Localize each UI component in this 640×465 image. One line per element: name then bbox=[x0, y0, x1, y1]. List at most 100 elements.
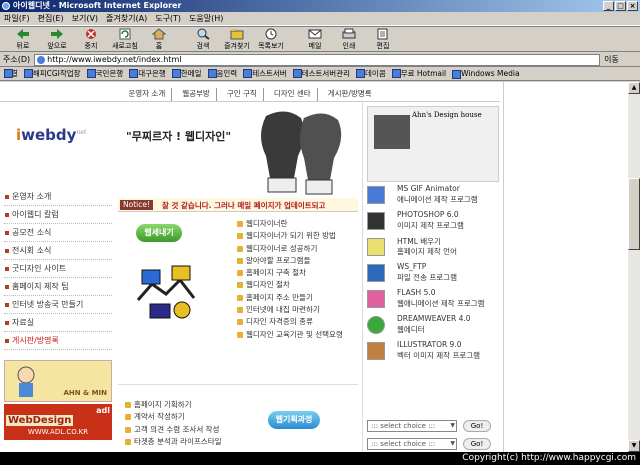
link-item[interactable]: 해피CGI작업장 bbox=[23, 68, 81, 79]
forward-label: 앞으로 bbox=[47, 41, 67, 50]
program-item[interactable]: HTML 배우기 홈페이지 제작 언어 bbox=[367, 236, 501, 258]
stop-label: 중지 bbox=[84, 41, 98, 50]
list-item[interactable]: 웹디자인 절차 bbox=[236, 279, 360, 291]
program-item[interactable]: WS_FTP 파일 전송 프로그램 bbox=[367, 262, 501, 284]
list-item[interactable]: 홈페이지 기획하기 bbox=[124, 399, 248, 411]
nav-board[interactable]: 게시판/방명록 bbox=[322, 88, 378, 101]
list-item[interactable]: 알아야할 프로그램들 bbox=[236, 255, 360, 267]
list-item[interactable]: 계약서 작성하기 bbox=[124, 411, 248, 423]
ahn-design-banner[interactable]: Ahn's Design house bbox=[367, 106, 499, 182]
history-button[interactable]: 목록보기 bbox=[254, 28, 288, 51]
go-button[interactable]: 이동 bbox=[604, 54, 619, 65]
left-menu-item[interactable]: 자료실 bbox=[4, 314, 112, 332]
program-name: FLASH 5.0 bbox=[397, 288, 436, 297]
list-item[interactable]: 웹디자이너로 성공하기 bbox=[236, 243, 360, 255]
nav-study[interactable]: 웹공부방 bbox=[176, 88, 217, 101]
link-item[interactable]: 대구은행 bbox=[129, 68, 166, 79]
notice-label: Notice! bbox=[120, 200, 153, 210]
select-choice[interactable]: ::: select choice ::: bbox=[367, 420, 457, 432]
maximize-button[interactable]: □ bbox=[615, 1, 626, 11]
status-bar: Copyright(c) http://www.happycgi.com bbox=[0, 452, 640, 465]
list-item[interactable]: 웹디자이너란 bbox=[236, 218, 360, 230]
left-menu-item[interactable]: 굿디자인 사이트 bbox=[4, 260, 112, 278]
link-item[interactable]: 한메일 bbox=[171, 68, 202, 79]
back-button[interactable]: 뒤로 bbox=[6, 28, 40, 51]
nav-design-center[interactable]: 디자인 센타 bbox=[268, 88, 318, 101]
vertical-scrollbar[interactable]: ▲ ▼ bbox=[628, 82, 640, 452]
left-menu-item[interactable]: 게시판/방명록 bbox=[4, 332, 112, 350]
scroll-down-arrow-icon[interactable]: ▼ bbox=[628, 440, 640, 452]
planning-pill: 웹기획과정 bbox=[268, 411, 320, 429]
print-button[interactable]: 인쇄 bbox=[332, 28, 366, 51]
banner2-top: adl bbox=[96, 406, 110, 415]
left-menu-item[interactable]: 전시회 소식 bbox=[4, 242, 112, 260]
edit-button[interactable]: 편집 bbox=[366, 28, 400, 51]
program-desc: 웹애니메이션 제작 프로그램 bbox=[397, 299, 485, 308]
link-item[interactable]: 데이콤 bbox=[356, 68, 386, 79]
page-icon bbox=[37, 55, 46, 64]
menu-favorites[interactable]: 즐겨찾기(A) bbox=[106, 13, 147, 24]
toolbar: 뒤로 앞으로 중지 새로고침 홈 검색 즐겨찾기 목록보기 메일 인쇄 편집 bbox=[0, 26, 640, 52]
program-item[interactable]: ILLUSTRATOR 9.0 벡터 이미지 제작 프로그램 bbox=[367, 340, 501, 362]
program-item[interactable]: FLASH 5.0 웹애니메이션 제작 프로그램 bbox=[367, 288, 501, 310]
menu-view[interactable]: 보기(V) bbox=[72, 13, 98, 24]
select-row: ::: select choice ::: Go! bbox=[367, 420, 501, 434]
link-item[interactable]: 무료 Hotmail bbox=[391, 68, 446, 79]
list-item[interactable]: 홈페이지 구축 절차 bbox=[236, 267, 360, 279]
left-menu-item[interactable]: 운영자 소개 bbox=[4, 188, 112, 206]
list-item[interactable]: 웹디자인 교육기관 및 선택요령 bbox=[236, 329, 360, 341]
list-item[interactable]: 타겟층 분석과 라이프스타일 bbox=[124, 436, 248, 448]
link-item[interactable]: Windows Media bbox=[452, 69, 520, 79]
list-item[interactable]: 디자인 자격증의 종류 bbox=[236, 316, 360, 328]
program-item[interactable]: DREAMWEAVER 4.0 웹에디터 bbox=[367, 314, 501, 336]
menu-tools[interactable]: 도구(T) bbox=[155, 13, 181, 24]
list-item[interactable]: 인터넷에 내집 마련하기 bbox=[236, 304, 360, 316]
link-item[interactable]: 테스트서버 bbox=[243, 68, 287, 79]
left-menu-item[interactable]: 아이웹디 칼럼 bbox=[4, 206, 112, 224]
program-name: DREAMWEAVER 4.0 bbox=[397, 314, 471, 323]
menu-edit[interactable]: 편집(E) bbox=[38, 13, 64, 24]
go-small-button[interactable]: Go! bbox=[463, 420, 491, 432]
mail-button[interactable]: 메일 bbox=[298, 28, 332, 51]
site-nav: 운영자 소개 웹공부방 구인 구직 디자인 센타 게시판/방명록 bbox=[0, 88, 500, 102]
minimize-button[interactable]: _ bbox=[603, 1, 614, 11]
link-item[interactable]: 테스트서버관리 bbox=[292, 68, 350, 79]
refresh-button[interactable]: 새로고침 bbox=[108, 28, 142, 51]
program-name: PHOTOSHOP 6.0 bbox=[397, 210, 459, 219]
scroll-up-arrow-icon[interactable]: ▲ bbox=[628, 82, 640, 94]
site-logo[interactable]: iwebdynet bbox=[16, 126, 86, 144]
address-input[interactable]: http://www.iwebdy.net/index.html bbox=[34, 53, 601, 66]
list-item[interactable]: 웹디자이너가 되기 위한 방법 bbox=[236, 230, 360, 242]
nav-about[interactable]: 운영자 소개 bbox=[122, 88, 173, 101]
nav-jobs[interactable]: 구인 구직 bbox=[221, 88, 264, 101]
select-choice[interactable]: ::: select choice ::: bbox=[367, 438, 457, 450]
link-item[interactable]: 음인력 bbox=[207, 68, 237, 79]
printer-icon bbox=[342, 28, 356, 38]
gif-animator-icon bbox=[367, 186, 385, 204]
favorites-button[interactable]: 즐겨찾기 bbox=[220, 28, 254, 51]
list-item[interactable]: 고객 의견 수렴 조사서 작성 bbox=[124, 424, 248, 436]
search-button[interactable]: 검색 bbox=[186, 28, 220, 51]
program-item[interactable]: MS GIF Animator 애니메이션 제작 프로그램 bbox=[367, 184, 501, 206]
ahn-title-main: Ahn's Design bbox=[412, 111, 459, 119]
hero-banner: "무찌르자 ! 웹디자인" bbox=[118, 102, 358, 202]
program-item[interactable]: PHOTOSHOP 6.0 이미지 제작 프로그램 bbox=[367, 210, 501, 232]
left-menu-item[interactable]: 인터넷 방송국 만들기 bbox=[4, 296, 112, 314]
go-small-button[interactable]: Go! bbox=[463, 438, 491, 450]
list-item[interactable]: 홈페이지 주소 만들기 bbox=[236, 292, 360, 304]
close-button[interactable]: × bbox=[627, 1, 638, 11]
left-menu-item[interactable]: 공모전 소식 bbox=[4, 224, 112, 242]
banner-adl[interactable]: adl WebDesign WWW.ADL.CO.KR bbox=[4, 404, 112, 440]
link-item[interactable]: 국민은행 bbox=[86, 68, 123, 79]
home-button[interactable]: 홈 bbox=[142, 27, 176, 51]
banner-ahn-min[interactable]: AHN & MIN bbox=[4, 360, 112, 402]
stop-button[interactable]: 중지 bbox=[74, 28, 108, 51]
photoshop-eye-icon bbox=[367, 212, 385, 230]
beginner-list: 웹디자이너란 웹디자이너가 되기 위한 방법 웹디자이너로 성공하기 알아야할 … bbox=[236, 218, 360, 341]
menu-file[interactable]: 파일(F) bbox=[4, 13, 30, 24]
forward-button[interactable]: 앞으로 bbox=[40, 28, 74, 51]
scroll-thumb[interactable] bbox=[628, 178, 640, 250]
left-menu-item[interactable]: 홈페이지 제작 팁 bbox=[4, 278, 112, 296]
refresh-label: 새로고침 bbox=[112, 41, 138, 50]
menu-help[interactable]: 도움말(H) bbox=[189, 13, 223, 24]
